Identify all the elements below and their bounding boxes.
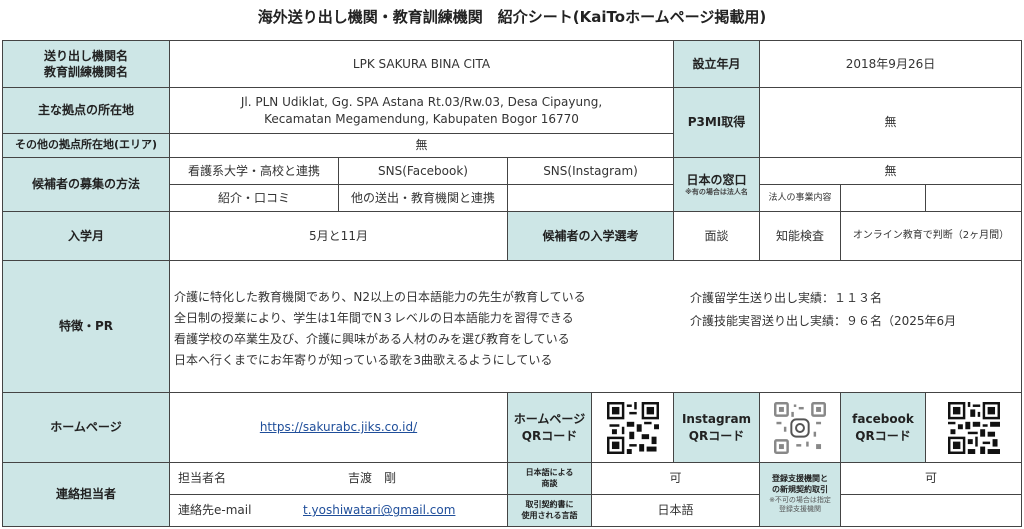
contract-lang-value: 日本語	[591, 494, 760, 527]
other-location-value: 無	[169, 133, 674, 158]
contract-lang-label-line1: 取引契約書に	[525, 499, 574, 509]
instagram-qr-cell	[759, 392, 841, 463]
stat-trainees: 介護技能実習送り出し実績：９６名（2025年6月	[690, 314, 957, 328]
feature-line-3: 看護学校の卒業生及び、介護に興味がある人材のみを選び教育をしている	[174, 332, 570, 346]
contact-person-label: 担当者名	[178, 471, 227, 486]
japan-window-label: 日本の窓口 ※有の場合は法人名	[673, 157, 760, 212]
biz-content-value-1	[840, 184, 926, 212]
instagram-qr-label: Instagram QRコード	[673, 392, 760, 463]
homepage-link[interactable]: https://sakurabc.jiks.co.id/	[260, 419, 417, 435]
features-stats: 介護留学生送り出し実績：１１３名 介護技能実習送り出し実績：９６名（2025年6…	[690, 287, 956, 333]
main-location-line2: Kecamatan Megamendung, Kabupaten Bogor 1…	[264, 111, 579, 126]
recruit-method-5: 他の送出・教育機関と連携	[338, 184, 508, 212]
facebook-qr-icon[interactable]	[947, 401, 1000, 454]
contact-person-name: 吉渡 剛	[348, 471, 397, 486]
contact-email-link[interactable]: t.yoshiwatari@gmail.com	[303, 502, 455, 518]
homepage-label: ホームページ	[2, 392, 170, 463]
support-note-line1: ※不可の場合は指定	[769, 495, 831, 504]
jp-talk-label-line2: 商談	[541, 478, 558, 488]
contract-lang-label: 取引契約書に 使用される言語	[507, 494, 592, 527]
homepage-qr-label: ホームページ QRコード	[507, 392, 592, 463]
contract-lang-label-line2: 使用される言語	[521, 510, 578, 520]
homepage-qr-label-line1: ホームページ	[513, 412, 586, 427]
selection-label: 候補者の入学選考	[507, 211, 674, 261]
contact-email-label: 連絡先e-mail	[178, 503, 252, 518]
instagram-qr-label-line2: QRコード	[688, 428, 745, 443]
facebook-qr-label: facebook QRコード	[840, 392, 926, 463]
biz-content-value-2	[925, 184, 1022, 212]
selection-value-2: 知能検査	[759, 211, 841, 261]
other-location-label: その他の拠点所在地(エリア)	[2, 133, 170, 158]
p3mi-label: P3MI取得	[673, 87, 760, 158]
features-label: 特徴・PR	[2, 260, 170, 393]
jp-talk-label: 日本語による 商談	[507, 462, 592, 495]
selection-value-3: オンライン教育で判断（2ヶ月間）	[840, 211, 1022, 261]
support-label-line1: 登録支援機関と	[772, 474, 828, 484]
feature-line-1: 介護に特化した教育機関であり、N2以上の日本語能力の先生が教育している	[174, 290, 586, 304]
japan-window-title: 日本の窓口	[686, 172, 747, 187]
instagram-qr-label-line1: Instagram	[681, 412, 752, 427]
established-value: 2018年9月26日	[759, 40, 1022, 88]
biz-content-label: 法人の事業内容	[759, 184, 841, 212]
support-note-line2: 登録支援機関	[779, 505, 821, 514]
support-contract-label: 登録支援機関と の新規契約取引 ※不可の場合は指定 登録支援機関	[759, 462, 841, 527]
main-location-value: Jl. PLN Udiklat, Gg. SPA Astana Rt.03/Rw…	[169, 87, 674, 134]
recruit-method-4: 紹介・口コミ	[169, 184, 339, 212]
support-contract-extra	[840, 494, 1022, 527]
feature-line-2: 全日制の授業により、学生は1年間でN３レベルの日本語能力を習得できる	[174, 311, 574, 325]
instagram-qr-icon[interactable]	[774, 401, 826, 454]
recruit-method-6	[507, 184, 674, 212]
org-name-label: 送り出し機関名 教育訓練機関名	[2, 40, 170, 88]
support-contract-value: 可	[840, 462, 1022, 495]
feature-line-4: 日本へ行くまでにお年寄りが知っている歌を3曲歌えるようにしている	[174, 353, 553, 367]
stat-students: 介護留学生送り出し実績：１１３名	[690, 291, 883, 305]
homepage-qr-cell	[591, 392, 674, 463]
p3mi-value: 無	[759, 87, 1022, 158]
enroll-label: 入学月	[2, 211, 170, 261]
facebook-qr-label-line2: QRコード	[855, 428, 911, 443]
recruit-method-1: 看護系大学・高校と連携	[169, 157, 339, 185]
support-label-line2: の新規契約取引	[772, 485, 828, 495]
page-title: 海外送り出し機関・教育訓練機関 紹介シート(KaiToホームページ掲載用)	[257, 8, 767, 26]
contact-person-cell: 担当者名 吉渡 剛	[169, 462, 508, 495]
jp-talk-value: 可	[591, 462, 760, 495]
main-location-line1: Jl. PLN Udiklat, Gg. SPA Astana Rt.03/Rw…	[240, 95, 603, 110]
org-label-line2: 教育訓練機関名	[43, 65, 128, 79]
homepage-qr-icon[interactable]	[606, 401, 659, 454]
org-name-value: LPK SAKURA BINA CITA	[169, 40, 674, 88]
jp-talk-label-line1: 日本語による	[525, 467, 574, 477]
main-location-label: 主な拠点の所在地	[2, 87, 170, 134]
contact-email-cell: 連絡先e-mail t.yoshiwatari@gmail.com	[169, 494, 508, 527]
recruit-label: 候補者の募集の方法	[2, 157, 170, 212]
selection-value-1: 面談	[673, 211, 760, 261]
contact-label: 連絡担当者	[2, 462, 170, 527]
homepage-url-cell: https://sakurabc.jiks.co.id/	[169, 392, 508, 463]
japan-window-note: ※有の場合は法人名	[685, 187, 748, 196]
homepage-qr-label-line2: QRコード	[521, 428, 578, 443]
established-label: 設立年月	[673, 40, 760, 88]
features-text: 介護に特化した教育機関であり、N2以上の日本語能力の先生が教育している 全日制の…	[174, 287, 586, 371]
recruit-method-3: SNS(Instagram)	[507, 157, 674, 185]
enroll-value: 5月と11月	[169, 211, 508, 261]
recruit-method-2: SNS(Facebook)	[338, 157, 508, 185]
org-label-line1: 送り出し機関名	[43, 48, 128, 63]
facebook-qr-label-line1: facebook	[852, 412, 914, 427]
japan-window-value: 無	[759, 157, 1022, 185]
facebook-qr-cell	[925, 392, 1022, 463]
